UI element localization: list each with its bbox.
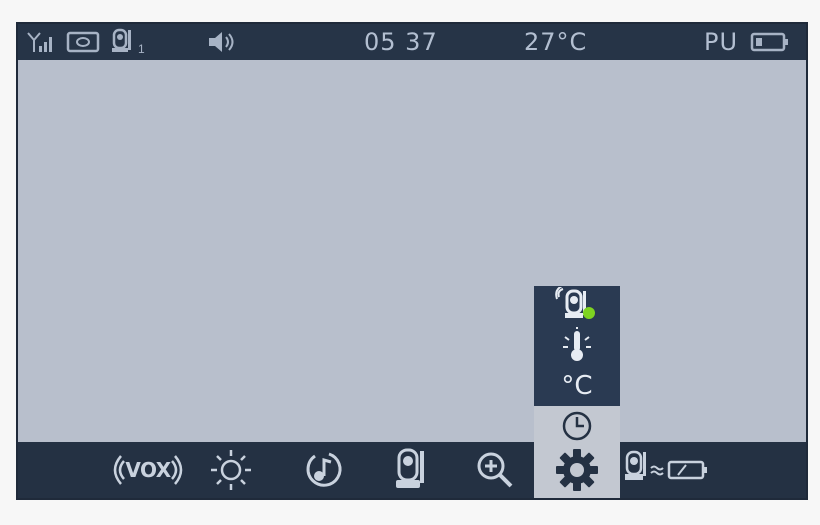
brightness-icon (211, 450, 251, 490)
zoom-in-icon (477, 452, 513, 488)
speaker-volume-icon (206, 24, 240, 60)
lullaby-button[interactable] (292, 442, 354, 498)
monitor-screen: 1 05 37 27°C PU °C VOX (16, 22, 808, 500)
vox-button[interactable]: VOX (102, 442, 194, 498)
camera-number: 1 (138, 42, 145, 56)
camera-pair-button[interactable] (622, 442, 716, 498)
signal-strength-icon (26, 24, 56, 60)
bottom-menu-bar: VOX (18, 442, 806, 498)
thermometer-icon[interactable] (534, 326, 620, 366)
settings-submenu: °C (534, 286, 620, 446)
temperature-readout: 27°C (524, 28, 588, 56)
clock-time: 05 37 (364, 28, 438, 56)
vox-label: VOX (125, 458, 171, 482)
camera-button[interactable] (380, 442, 442, 498)
clock-icon (562, 411, 592, 441)
vox-left-waves-icon (114, 455, 126, 485)
zoom-in-button[interactable] (464, 442, 526, 498)
clock-option[interactable] (534, 406, 620, 446)
device-frame: 1 05 37 27°C PU °C VOX (0, 0, 820, 525)
gear-icon (556, 449, 598, 491)
vox-right-waves-icon (170, 455, 182, 485)
camera-1-icon: 1 (110, 24, 145, 60)
camera-connected-icon[interactable] (534, 286, 620, 326)
settings-button[interactable] (534, 442, 620, 498)
temperature-unit-option[interactable]: °C (534, 366, 620, 406)
camera-pair-icon (625, 450, 707, 480)
brightness-button[interactable] (200, 442, 262, 498)
battery-icon (750, 24, 790, 60)
camera-icon (396, 448, 424, 488)
pu-label: PU (704, 28, 739, 56)
status-bar: 1 05 37 27°C PU (18, 24, 806, 60)
camera-view-icon (66, 24, 100, 60)
music-note-icon (306, 452, 342, 487)
celsius-label: °C (561, 371, 593, 401)
